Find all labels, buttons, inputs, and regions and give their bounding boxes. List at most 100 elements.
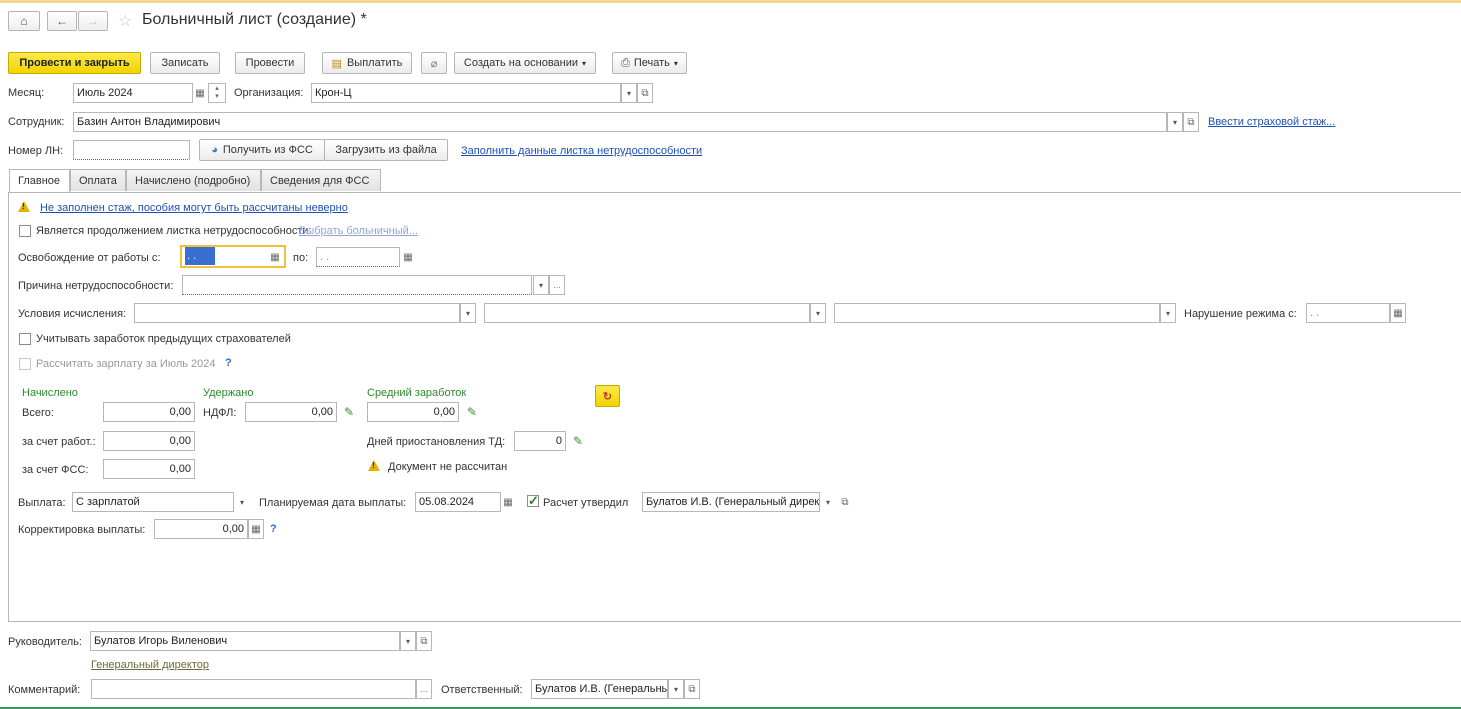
conditions-label: Условия исчисления:: [18, 308, 127, 320]
open-responsible-icon[interactable]: ⧉: [684, 679, 700, 699]
page-title: Больничный лист (создание) *: [142, 11, 367, 28]
open-organization-icon[interactable]: ⧉: [637, 83, 653, 103]
reason-input[interactable]: [182, 275, 532, 295]
paperclip-icon: ⌀: [430, 57, 438, 70]
planned-date-input[interactable]: 05.08.2024: [415, 492, 501, 512]
suspend-days-label: Дней приостановления ТД:: [367, 436, 506, 448]
printer-icon: ⎙: [621, 56, 630, 69]
condition-2-dropdown[interactable]: ▾: [810, 303, 826, 323]
pay-button[interactable]: ▤ Выплатить: [322, 52, 412, 74]
tab-fss-info[interactable]: Сведения для ФСС: [261, 169, 381, 191]
home-button[interactable]: ⌂: [8, 11, 40, 31]
fill-sick-leave-link[interactable]: Заполнить данные листка нетрудоспособнос…: [461, 144, 702, 158]
open-head-icon[interactable]: ⧉: [416, 631, 432, 651]
month-input[interactable]: Июль 2024: [73, 83, 193, 103]
calendar-icon[interactable]: ▦: [501, 492, 515, 512]
help-icon[interactable]: ?: [225, 357, 232, 369]
payment-dropdown[interactable]: ▾: [234, 492, 250, 512]
approved-checkbox[interactable]: [527, 493, 539, 509]
continuation-checkbox[interactable]: [19, 225, 31, 237]
calculator-icon[interactable]: ▦: [248, 519, 264, 539]
recalculate-button[interactable]: ↻: [595, 385, 620, 407]
reason-select-button[interactable]: …: [549, 275, 565, 295]
back-button[interactable]: ←: [47, 11, 77, 31]
payment-label: Выплата:: [18, 497, 66, 509]
insurance-length-link[interactable]: Ввести страховой стаж...: [1208, 115, 1335, 129]
post-and-close-button[interactable]: Провести и закрыть: [8, 52, 141, 74]
condition-3-input[interactable]: [834, 303, 1160, 323]
condition-2-input[interactable]: [484, 303, 810, 323]
pay-button-label: Выплатить: [346, 57, 403, 69]
edit-suspend-days-icon[interactable]: ✎: [573, 434, 583, 448]
total-input[interactable]: 0,00: [103, 402, 195, 422]
condition-1-dropdown[interactable]: ▾: [460, 303, 476, 323]
planned-date-label: Планируемая дата выплаты:: [259, 497, 407, 509]
arrow-left-icon: ←: [56, 14, 68, 28]
calc-salary-checkbox[interactable]: [19, 358, 31, 370]
employee-dropdown[interactable]: ▾: [1167, 112, 1183, 132]
create-based-button[interactable]: Создать на основании ▾: [454, 52, 596, 74]
calendar-icon[interactable]: ▦: [193, 83, 207, 103]
correction-input[interactable]: 0,00: [154, 519, 248, 539]
comment-input[interactable]: [91, 679, 416, 699]
post-button[interactable]: Провести: [235, 52, 305, 74]
arrow-right-icon: →: [87, 14, 99, 28]
chevron-down-icon: ▾: [673, 684, 678, 694]
choose-sick-leave-link[interactable]: Выбрать больничный...: [299, 224, 418, 238]
organization-dropdown[interactable]: ▾: [621, 83, 637, 103]
chevron-down-icon: ▾: [815, 308, 820, 318]
chevron-down-icon: ▾: [538, 280, 543, 290]
calendar-icon[interactable]: ▦: [268, 247, 282, 267]
tab-main[interactable]: Главное: [9, 169, 70, 192]
save-button[interactable]: Записать: [150, 52, 220, 74]
tab-payment[interactable]: Оплата: [70, 169, 126, 191]
responsible-dropdown[interactable]: ▾: [668, 679, 684, 699]
get-from-fss-button[interactable]: ◕ Получить из ФСС: [199, 139, 325, 161]
employee-label: Сотрудник:: [8, 116, 65, 128]
ln-number-input[interactable]: [73, 140, 190, 160]
tab-accrued-detail[interactable]: Начислено (подробно): [126, 169, 261, 191]
organization-label: Организация:: [234, 87, 304, 99]
employee-input[interactable]: Базин Антон Владимирович: [73, 112, 1167, 132]
approved-label: Расчет утвердил: [543, 497, 629, 509]
approved-by-dropdown[interactable]: ▾: [820, 492, 836, 512]
edit-avg-earnings-icon[interactable]: ✎: [467, 405, 477, 419]
head-dropdown[interactable]: ▾: [400, 631, 416, 651]
employer-share-input[interactable]: 0,00: [103, 431, 195, 451]
load-from-file-button[interactable]: Загрузить из файла: [324, 139, 448, 161]
condition-1-input[interactable]: [134, 303, 460, 323]
insurance-warning-link[interactable]: Не заполнен стаж, пособия могут быть рас…: [40, 201, 348, 215]
reason-dropdown[interactable]: ▾: [533, 275, 549, 295]
avg-earnings-input[interactable]: 0,00: [367, 402, 459, 422]
favorite-star-icon[interactable]: ☆: [118, 11, 132, 31]
calendar-icon[interactable]: ▦: [1390, 303, 1406, 323]
print-button[interactable]: ⎙ Печать ▾: [612, 52, 687, 74]
head-input[interactable]: Булатов Игорь Виленович: [90, 631, 400, 651]
open-approved-by-icon[interactable]: ⧉: [838, 492, 852, 512]
edit-ndfl-icon[interactable]: ✎: [344, 405, 354, 419]
release-to-input[interactable]: . .: [316, 247, 400, 267]
comment-edit-button[interactable]: …: [416, 679, 432, 699]
month-stepper[interactable]: ▴ ▾: [208, 83, 226, 103]
prev-insurers-checkbox[interactable]: [19, 333, 31, 345]
ndfl-input[interactable]: 0,00: [245, 402, 337, 422]
organization-input[interactable]: Крон-Ц: [311, 83, 621, 103]
suspend-days-input[interactable]: 0: [514, 431, 566, 451]
help-icon[interactable]: ?: [270, 523, 277, 535]
total-label: Всего:: [22, 407, 54, 419]
fss-share-label: за счет ФСС:: [22, 464, 89, 476]
attach-button[interactable]: ⌀: [421, 52, 447, 74]
responsible-input[interactable]: Булатов И.В. (Генеральны: [531, 679, 668, 699]
chevron-down-icon: ▾: [1165, 308, 1170, 318]
calendar-icon[interactable]: ▦: [401, 247, 415, 267]
chevron-down-icon: ▾: [239, 497, 244, 507]
condition-3-dropdown[interactable]: ▾: [1160, 303, 1176, 323]
open-employee-icon[interactable]: ⧉: [1183, 112, 1199, 132]
warning-icon: [18, 201, 30, 212]
payment-input[interactable]: С зарплатой: [72, 492, 234, 512]
head-position-link[interactable]: Генеральный директор: [91, 658, 209, 672]
violation-input[interactable]: . .: [1306, 303, 1390, 323]
forward-button[interactable]: →: [78, 11, 108, 31]
fss-share-input[interactable]: 0,00: [103, 459, 195, 479]
approved-by-input[interactable]: Булатов И.В. (Генеральный дирек: [642, 492, 820, 512]
